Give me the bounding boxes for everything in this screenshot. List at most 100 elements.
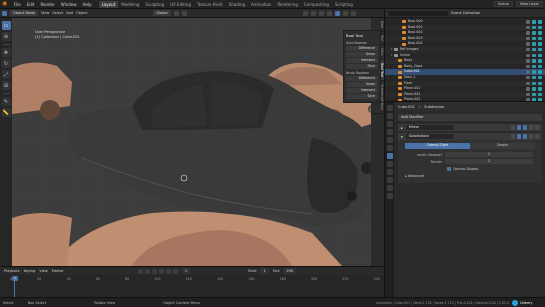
camera-render-icon[interactable] [538, 53, 542, 58]
jump-start-icon[interactable] [137, 268, 143, 274]
material-props-tab-icon[interactable] [386, 193, 393, 199]
end-frame-field[interactable]: 250 [283, 268, 297, 274]
edit-mode-toggle-icon[interactable] [510, 134, 515, 139]
timeline-menu-marker[interactable]: Marker [52, 269, 64, 273]
tab-rendering[interactable]: Rendering [274, 1, 300, 8]
camera-render-icon[interactable] [538, 75, 542, 80]
eye-icon[interactable] [532, 59, 536, 63]
editor-type-icon[interactable] [2, 10, 7, 16]
render-toggle-icon[interactable] [522, 134, 527, 139]
auto-intersect-button[interactable]: Intersect [346, 58, 378, 63]
prev-key-icon[interactable] [144, 268, 150, 274]
tab-sculpting[interactable]: Sculpting [142, 1, 167, 8]
xray-icon[interactable] [326, 10, 332, 16]
tab-scripting[interactable]: Scripting [332, 1, 356, 8]
expand-icon[interactable]: ▾ [401, 135, 403, 139]
camera-render-icon[interactable] [538, 42, 542, 46]
play-reverse-icon[interactable] [151, 268, 157, 274]
exclude-checkbox-icon[interactable] [526, 36, 530, 41]
playhead-frame[interactable]: 1 [12, 276, 18, 281]
transform-orientation-dropdown[interactable]: Global [153, 10, 171, 16]
camera-render-icon[interactable] [538, 64, 542, 69]
mirror-modifier-name[interactable]: Mirror [405, 125, 454, 130]
camera-render-icon[interactable] [538, 31, 542, 35]
menu-edit[interactable]: Edit [24, 2, 38, 7]
exclude-checkbox-icon[interactable] [526, 53, 530, 58]
timeline-menu-view[interactable]: View [39, 269, 47, 273]
edit-mode-toggle-icon[interactable] [510, 125, 515, 130]
gizmo-toggle-icon[interactable] [310, 10, 316, 16]
rotate-tool-icon[interactable]: ↻ [1, 59, 11, 68]
tab-layout[interactable]: Layout [98, 0, 119, 8]
eye-icon[interactable] [532, 31, 536, 35]
exclude-checkbox-icon[interactable] [526, 92, 530, 97]
eye-icon[interactable] [532, 25, 536, 30]
exclude-checkbox-icon[interactable] [526, 64, 530, 69]
menu-render[interactable]: Render [37, 2, 57, 7]
eye-icon[interactable] [532, 81, 536, 86]
play-icon[interactable] [158, 268, 164, 274]
checkbox-checked-icon[interactable] [447, 166, 451, 171]
tab-modeling[interactable]: Modeling [118, 1, 142, 8]
measure-tool-icon[interactable]: 📏 [1, 108, 11, 117]
menu-window[interactable]: Window [58, 2, 80, 7]
object-menu[interactable]: Object [76, 11, 87, 15]
timeline-menu-keying[interactable]: Keying [24, 269, 36, 273]
mirror-modifier-header[interactable]: ▸ Mirror [398, 124, 542, 131]
collapse-icon[interactable]: ▸ [401, 126, 403, 130]
modifier-menu-icon[interactable] [528, 125, 533, 130]
material-shading-icon[interactable] [342, 10, 348, 16]
current-frame-field[interactable]: 1 [181, 268, 191, 274]
modifier-menu-icon[interactable] [528, 134, 533, 139]
exclude-checkbox-icon[interactable] [526, 20, 530, 24]
eye-icon[interactable] [532, 47, 536, 52]
eye-icon[interactable] [532, 75, 536, 80]
brush-intersect-button[interactable]: Intersect [346, 88, 378, 93]
solid-shading-icon[interactable] [334, 10, 340, 16]
output-props-tab-icon[interactable] [386, 121, 393, 127]
view-menu[interactable]: View [41, 11, 49, 15]
eye-icon[interactable] [532, 70, 536, 74]
view-layer-selector[interactable]: View Layer [515, 1, 543, 7]
exclude-checkbox-icon[interactable] [526, 59, 530, 63]
eye-icon[interactable] [532, 87, 536, 91]
exclude-checkbox-icon[interactable] [526, 42, 530, 46]
auto-slice-button[interactable]: Slice [346, 64, 378, 69]
tab-uv-editing[interactable]: UV Editing [167, 1, 194, 8]
constraints-props-tab-icon[interactable] [386, 177, 393, 183]
viewport-toggle-icon[interactable] [516, 125, 521, 130]
3d-viewport[interactable]: User Perspective (1) Collection | Cube.0… [12, 18, 384, 266]
jump-end-icon[interactable] [172, 268, 178, 274]
modifier-props-tab-icon[interactable] [386, 153, 393, 159]
object-props-tab-icon[interactable] [386, 145, 393, 151]
camera-render-icon[interactable] [538, 92, 542, 97]
mode-dropdown[interactable]: Object Mode [10, 10, 39, 16]
data-props-tab-icon[interactable] [386, 185, 393, 191]
physics-props-tab-icon[interactable] [386, 169, 393, 175]
camera-render-icon[interactable] [538, 20, 542, 24]
proportional-edit-icon[interactable] [181, 10, 187, 16]
outliner-search-input[interactable] [388, 10, 448, 16]
camera-render-icon[interactable] [538, 47, 542, 52]
eye-icon[interactable] [532, 53, 536, 58]
move-tool-icon[interactable]: ✥ [1, 48, 11, 57]
tool-props-tab-icon[interactable] [386, 105, 393, 111]
world-props-tab-icon[interactable] [386, 137, 393, 143]
tab-compositing[interactable]: Compositing [301, 1, 332, 8]
snap-icon[interactable] [173, 10, 179, 16]
menu-help[interactable]: Help [79, 2, 94, 7]
exclude-checkbox-icon[interactable] [526, 25, 530, 30]
brush-difference-button[interactable]: Difference [346, 76, 378, 81]
tab-shading[interactable]: Shading [226, 1, 248, 8]
auto-difference-button[interactable]: Difference [346, 46, 378, 51]
exclude-checkbox-icon[interactable] [526, 47, 530, 52]
eye-icon[interactable] [532, 92, 536, 97]
camera-render-icon[interactable] [538, 36, 542, 41]
eye-icon[interactable] [532, 64, 536, 69]
timeline[interactable]: 020406080100120140160180200220240 1 [0, 275, 384, 297]
timeline-menu-playback[interactable]: Playback [4, 269, 20, 273]
select-menu[interactable]: Select [52, 11, 63, 15]
eye-icon[interactable] [532, 36, 536, 41]
next-key-icon[interactable] [165, 268, 171, 274]
scene-props-tab-icon[interactable] [386, 129, 393, 135]
